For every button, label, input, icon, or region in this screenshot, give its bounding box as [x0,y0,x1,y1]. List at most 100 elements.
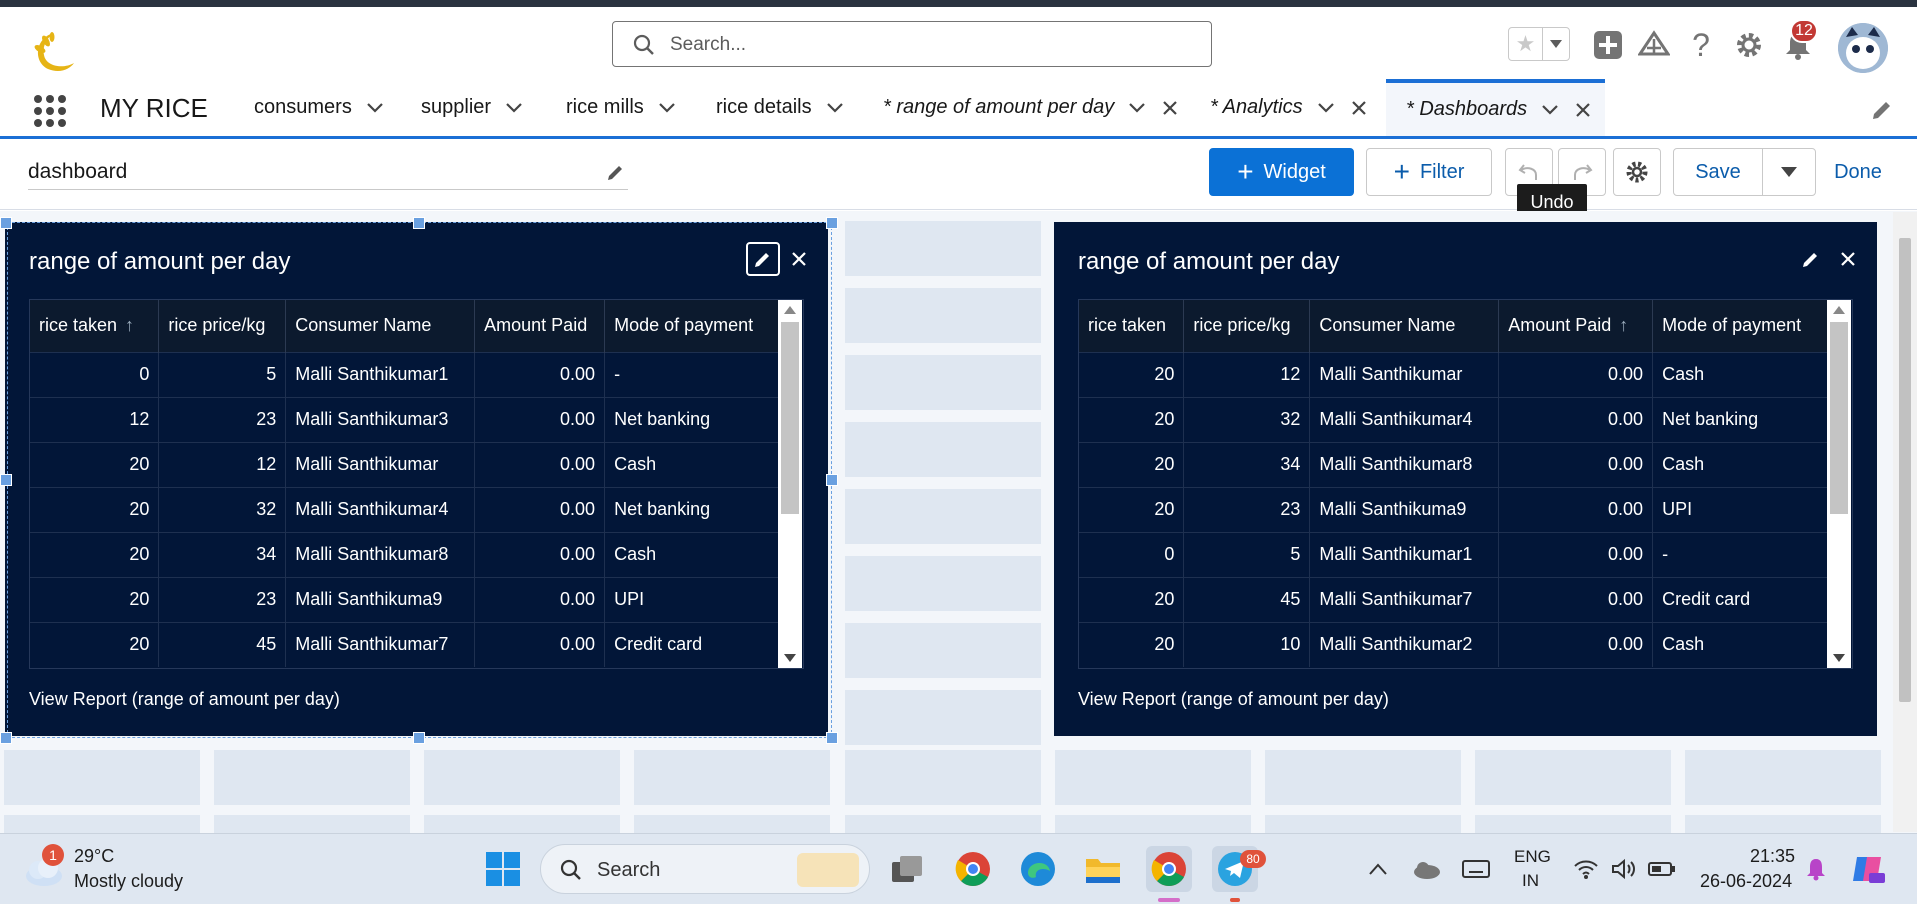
trailhead-icon[interactable] [1636,27,1672,63]
user-avatar[interactable] [1838,23,1888,73]
done-button[interactable]: Done [1822,148,1894,196]
active-app-indicator [1158,898,1180,902]
copilot-icon[interactable] [1846,846,1890,892]
save-button-label: Save [1695,160,1741,183]
tab-label: * Analytics [1210,96,1303,118]
cell-amount-paid: 0.00 [1498,486,1654,532]
nav-item-label: consumers [254,96,352,118]
chevron-down-icon[interactable] [1539,99,1561,121]
grid-cell [1265,750,1461,805]
resize-handle[interactable] [0,732,12,744]
windows-start-icon[interactable] [480,846,526,892]
gear-icon [1626,161,1648,183]
grid-cell [1685,815,1881,835]
add-filter-button[interactable]: + Filter [1366,148,1492,196]
cell-consumer-name: Malli Santhikumar8 [1309,441,1500,487]
chrome-icon[interactable] [950,846,996,892]
file-explorer-icon[interactable] [1080,846,1126,892]
scroll-up-arrow-icon[interactable] [1833,306,1845,314]
nav-item-consumers[interactable]: consumers [254,79,386,136]
resize-handle[interactable] [826,474,838,486]
rice-logo-icon[interactable] [26,27,76,77]
chrome-active-icon[interactable] [1146,846,1192,892]
tab-range-of-amount-per-day[interactable]: * range of amount per day [883,79,1180,136]
column-header[interactable]: Consumer Name [1309,300,1500,352]
favorites-dropdown-icon[interactable] [1543,28,1569,60]
scrollbar-thumb[interactable] [1899,238,1911,702]
resize-handle[interactable] [826,217,838,229]
nav-item-rice-details[interactable]: rice details [716,79,846,136]
chevron-down-icon[interactable] [364,97,386,119]
gear-icon[interactable] [1731,27,1767,63]
taskbar-search[interactable]: Search [540,844,870,894]
global-actions-icon[interactable] [1590,27,1626,63]
plus-icon: + [1393,156,1410,187]
temperature: 29°C [74,846,115,866]
language-line2[interactable]: IN [1522,871,1539,891]
chevron-down-icon[interactable] [1315,97,1337,119]
column-header[interactable]: rice taken [1079,300,1185,352]
tab-dashboards[interactable]: * Dashboards [1386,79,1605,136]
grid-cell [845,815,1041,835]
help-icon[interactable]: ? [1683,27,1719,63]
notification-bell-icon[interactable] [1798,846,1834,892]
table-widget-2[interactable]: range of amount per day rice taken rice … [1054,222,1877,736]
table-row: 20 45 Malli Santhikumar7 0.00 Credit card [1079,576,1828,622]
close-icon [1841,252,1855,266]
remove-widget-button[interactable] [1835,246,1861,272]
pencil-icon[interactable] [606,162,626,182]
battery-icon[interactable] [1644,846,1680,892]
chevron-down-icon[interactable] [656,97,678,119]
view-report-link[interactable]: View Report (range of amount per day) [1078,689,1389,710]
language-line1[interactable]: ENG [1514,847,1551,867]
column-header[interactable]: rice price/kg [1183,300,1311,352]
chevron-down-icon[interactable] [503,97,525,119]
resize-handle[interactable] [413,217,425,229]
chevron-down-icon[interactable] [1126,97,1148,119]
star-icon[interactable]: ★ [1509,28,1543,60]
global-search-input[interactable]: Search... [612,21,1212,67]
resize-handle[interactable] [0,474,12,486]
grid-cell [845,422,1041,477]
telegram-badge: 80 [1240,850,1266,868]
chevron-down-icon[interactable] [824,97,846,119]
grid-cell [1055,815,1251,835]
clock-time[interactable]: 21:35 [1750,846,1795,867]
app-launcher-icon[interactable] [33,94,67,128]
resize-handle[interactable] [826,732,838,744]
edit-widget-button[interactable] [1794,242,1828,276]
nav-item-supplier[interactable]: supplier [421,79,525,136]
close-tab-icon[interactable] [1349,98,1369,118]
save-button[interactable]: Save [1673,148,1763,196]
column-header[interactable]: Amount Paid ↑ [1498,300,1654,352]
cell-payment-mode: UPI [1652,486,1828,532]
nav-item-rice-mills[interactable]: rice mills [566,79,678,136]
page-scrollbar[interactable] [1893,212,1917,832]
save-options-dropdown[interactable] [1762,148,1816,196]
onedrive-icon[interactable] [1406,846,1446,892]
resize-handle[interactable] [0,217,12,229]
chevron-up-icon[interactable] [1358,846,1398,892]
task-view-icon[interactable] [884,846,930,892]
widget-table[interactable]: rice taken rice price/kg Consumer Name A… [1078,299,1853,669]
scrollbar-thumb[interactable] [1830,322,1848,514]
table-scrollbar[interactable] [1827,300,1851,668]
wifi-icon[interactable] [1568,846,1604,892]
add-widget-button[interactable]: + Widget [1209,148,1354,196]
resize-handle[interactable] [413,732,425,744]
keyboard-icon[interactable] [1456,846,1496,892]
clock-date[interactable]: 26-06-2024 [1700,871,1792,892]
favorites-button[interactable]: ★ [1508,27,1570,61]
volume-icon[interactable] [1606,846,1642,892]
widget-button-label: Widget [1263,160,1326,183]
close-tab-icon[interactable] [1573,100,1593,120]
edit-nav-pencil-icon[interactable] [1870,98,1894,122]
tab-analytics[interactable]: * Analytics [1210,79,1369,136]
edge-icon[interactable] [1015,846,1061,892]
column-header[interactable]: Mode of payment [1652,300,1828,352]
scroll-down-arrow-icon[interactable] [1833,654,1845,662]
close-tab-icon[interactable] [1160,98,1180,118]
grid-cell [845,623,1041,678]
dashboard-name-field[interactable]: dashboard [28,158,628,190]
dashboard-settings-button[interactable] [1613,148,1661,196]
